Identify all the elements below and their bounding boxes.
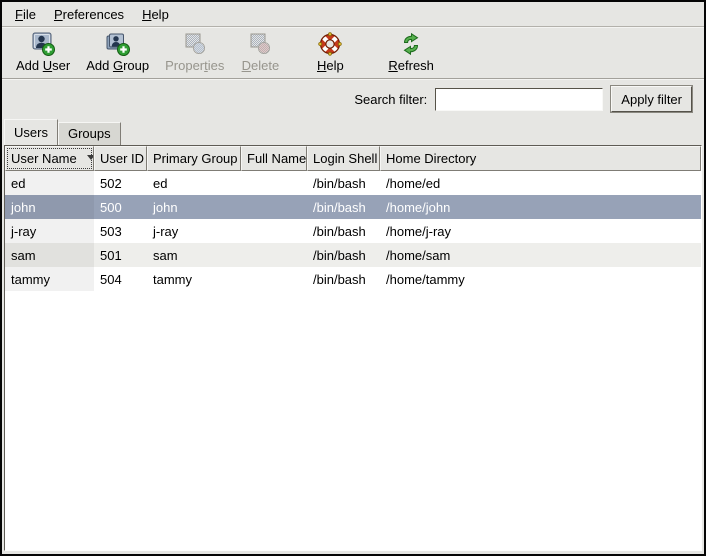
refresh-icon <box>398 31 424 57</box>
search-filter-row: Search filter: Apply filter <box>2 79 704 119</box>
table-cell: sam <box>147 243 241 267</box>
table-cell: /bin/bash <box>307 171 380 195</box>
table-cell: john <box>147 195 241 219</box>
tab-bar: Users Groups <box>2 119 704 145</box>
table-cell: 504 <box>94 267 147 291</box>
column-header-home-directory[interactable]: Home Directory <box>380 146 701 171</box>
table-cell: /bin/bash <box>307 195 380 219</box>
table-row[interactable]: john500john/bin/bash/home/john <box>5 195 701 219</box>
table-cell: /bin/bash <box>307 267 380 291</box>
table-row[interactable]: tammy504tammy/bin/bash/home/tammy <box>5 267 701 291</box>
table-cell: 503 <box>94 219 147 243</box>
table-cell: john <box>5 195 94 219</box>
table-cell: /home/john <box>380 195 701 219</box>
help-buoy-icon <box>317 31 343 57</box>
column-header-user-name[interactable]: User Name <box>5 146 94 171</box>
tab-users[interactable]: Users <box>4 119 58 145</box>
delete-button[interactable]: Delete <box>232 29 288 74</box>
column-header-primary-group[interactable]: Primary Group <box>147 146 241 171</box>
table-cell: /home/tammy <box>380 267 701 291</box>
add-user-label: Add User <box>16 58 70 73</box>
table-cell <box>241 171 307 195</box>
menu-preferences[interactable]: Preferences <box>45 4 133 25</box>
table-cell: 501 <box>94 243 147 267</box>
table-cell <box>241 219 307 243</box>
table-cell <box>241 243 307 267</box>
search-filter-input[interactable] <box>435 88 603 111</box>
table-cell <box>241 195 307 219</box>
column-header-user-id[interactable]: User ID <box>94 146 147 171</box>
apply-filter-button[interactable]: Apply filter <box>611 86 692 112</box>
properties-icon <box>182 31 208 57</box>
properties-label: Properties <box>165 58 224 73</box>
user-add-icon <box>30 31 56 57</box>
table-cell: ed <box>147 171 241 195</box>
column-header-login-shell[interactable]: Login Shell <box>307 146 380 171</box>
delete-label: Delete <box>242 58 280 73</box>
table-header: User Name User ID Primary Group Full Nam… <box>5 146 701 171</box>
table-cell: /bin/bash <box>307 243 380 267</box>
table-cell: tammy <box>5 267 94 291</box>
menu-bar: File Preferences Help <box>2 2 704 27</box>
menu-file[interactable]: File <box>6 4 45 25</box>
group-add-icon <box>105 31 131 57</box>
refresh-button[interactable]: Refresh <box>380 29 442 74</box>
add-user-button[interactable]: Add User <box>8 29 78 74</box>
table-cell: /bin/bash <box>307 219 380 243</box>
table-cell: j-ray <box>147 219 241 243</box>
table-cell: j-ray <box>5 219 94 243</box>
toolbar: Add User Add Group <box>2 27 704 79</box>
table-cell: /home/ed <box>380 171 701 195</box>
table-row[interactable]: sam501sam/bin/bash/home/sam <box>5 243 701 267</box>
table-cell: /home/j-ray <box>380 219 701 243</box>
help-label: Help <box>317 58 344 73</box>
menu-help[interactable]: Help <box>133 4 178 25</box>
table-row[interactable]: j-ray503j-ray/bin/bash/home/j-ray <box>5 219 701 243</box>
delete-icon <box>247 31 273 57</box>
table-cell: ed <box>5 171 94 195</box>
table-cell: 502 <box>94 171 147 195</box>
table-row[interactable]: ed502ed/bin/bash/home/ed <box>5 171 701 195</box>
table-cell: /home/sam <box>380 243 701 267</box>
properties-button[interactable]: Properties <box>157 29 232 74</box>
table-cell: 500 <box>94 195 147 219</box>
table-body: ed502ed/bin/bash/home/edjohn500john/bin/… <box>5 171 701 550</box>
user-manager-window: File Preferences Help Add User <box>0 0 706 556</box>
sort-descending-icon <box>87 155 94 160</box>
users-table: User Name User ID Primary Group Full Nam… <box>4 145 702 551</box>
tab-groups[interactable]: Groups <box>58 122 121 145</box>
column-header-full-name[interactable]: Full Name <box>241 146 307 171</box>
table-cell <box>241 267 307 291</box>
table-cell: tammy <box>147 267 241 291</box>
table-cell: sam <box>5 243 94 267</box>
add-group-label: Add Group <box>86 58 149 73</box>
refresh-label: Refresh <box>388 58 434 73</box>
add-group-button[interactable]: Add Group <box>78 29 157 74</box>
search-filter-label: Search filter: <box>354 92 427 107</box>
help-button[interactable]: Help <box>302 29 358 74</box>
